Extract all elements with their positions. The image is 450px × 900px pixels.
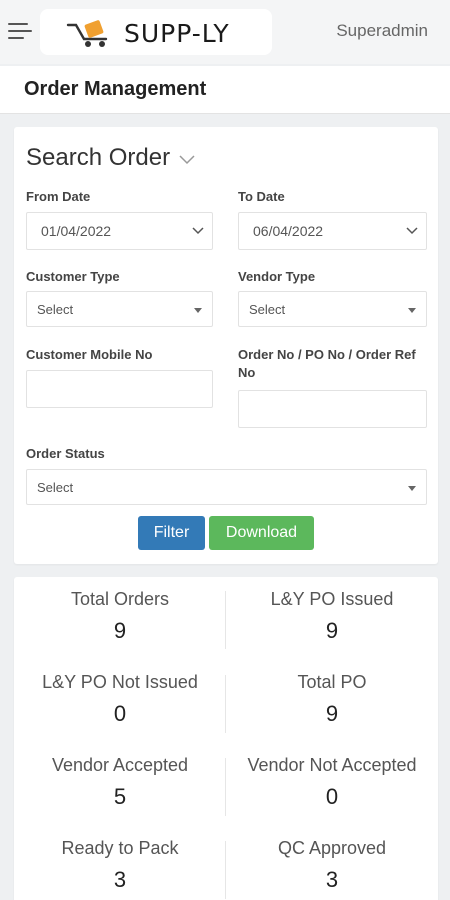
vendor-type-select[interactable]: Select [238,291,427,327]
page-title: Order Management [24,78,207,100]
to-date-select[interactable]: 06/04/2022 [238,212,427,250]
stat-ready-to-pack: Ready to Pack 3 [14,826,226,900]
stat-value: 9 [113,618,127,643]
stat-value: 3 [113,867,127,892]
caret-down-icon [408,308,416,313]
stat-value: 0 [325,784,339,809]
order-status-select[interactable]: Select [26,469,427,505]
from-date-value: 01/04/2022 [41,223,112,239]
from-date-select[interactable]: 01/04/2022 [26,212,213,250]
filter-button[interactable]: Filter [138,516,205,550]
customer-mobile-label: Customer Mobile No [26,347,153,362]
download-button[interactable]: Download [209,516,314,550]
order-no-input[interactable] [238,390,427,428]
page-title-bar: Order Management [0,66,450,114]
customer-mobile-input[interactable] [26,370,213,408]
customer-type-value: Select [37,302,74,317]
search-order-title: Search Order [26,144,171,171]
stat-total-orders: Total Orders 9 [14,577,226,661]
customer-type-label: Customer Type [26,269,120,284]
order-status-value: Select [37,480,74,495]
stat-label: L&Y PO Not Issued [42,672,198,692]
stat-po-not-issued: L&Y PO Not Issued 0 [14,660,226,744]
from-date-label: From Date [26,189,91,204]
hamburger-menu-icon[interactable] [8,21,32,41]
chevron-down-icon [192,227,204,235]
brand-name: SUPP-LY [124,19,230,48]
stat-value: 5 [113,784,127,809]
stat-label: Ready to Pack [61,838,179,858]
caret-down-icon [408,486,416,491]
brand-logo[interactable]: SUPP-LY [40,9,272,55]
stat-value: 9 [325,618,339,643]
user-menu[interactable]: Superadmin [336,21,428,41]
stat-value: 0 [113,701,127,726]
stat-qc-approved: QC Approved 3 [226,826,438,900]
truck-box-logo-icon [66,20,108,47]
stat-label: Vendor Accepted [51,755,189,775]
stat-label: L&Y PO Issued [270,589,394,609]
stat-vendor-accepted: Vendor Accepted 5 [14,743,226,827]
order-status-label: Order Status [26,446,105,461]
stat-label: Total PO [297,672,367,692]
chevron-down-icon [179,155,195,164]
order-no-label: Order No / PO No / Order Ref No [238,347,416,380]
stat-vendor-not-accepted: Vendor Not Accepted 0 [226,743,438,827]
stat-label: Total Orders [70,589,170,609]
customer-type-select[interactable]: Select [26,291,213,327]
stat-po-issued: L&Y PO Issued 9 [226,577,438,661]
search-order-toggle[interactable]: Search Order [26,144,196,172]
to-date-label: To Date [238,189,285,204]
stat-label: Vendor Not Accepted [247,755,417,775]
chevron-down-icon [406,227,418,235]
stat-label: QC Approved [277,838,387,858]
stat-value: 3 [325,867,339,892]
stat-value: 9 [325,701,339,726]
vendor-type-value: Select [249,302,286,317]
vendor-type-label: Vendor Type [238,269,316,284]
top-bar: SUPP-LY Superadmin [0,0,450,64]
to-date-value: 06/04/2022 [253,223,324,239]
caret-down-icon [194,308,202,313]
order-stats-card: Total Orders 9 L&Y PO Issued 9 L&Y PO No… [14,577,438,900]
stat-total-po: Total PO 9 [226,660,438,744]
